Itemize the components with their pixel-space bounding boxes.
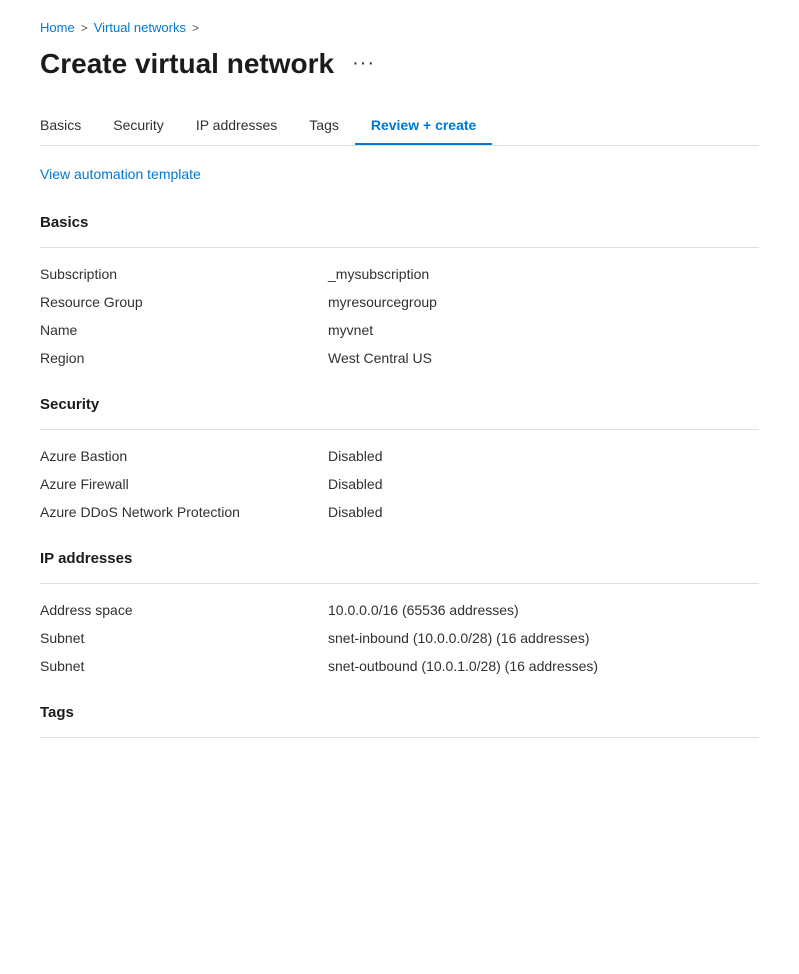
ip-addresses-divider <box>40 583 759 584</box>
address-space-label: Address space <box>40 602 320 618</box>
address-space-value: 10.0.0.0/16 (65536 addresses) <box>328 602 759 618</box>
name-label: Name <box>40 322 320 338</box>
address-space-row: Address space 10.0.0.0/16 (65536 address… <box>40 596 759 624</box>
azure-bastion-label: Azure Bastion <box>40 448 320 464</box>
breadcrumb-separator-2: > <box>192 21 199 35</box>
subscription-row: Subscription _mysubscription <box>40 260 759 288</box>
region-label: Region <box>40 350 320 366</box>
ip-addresses-section: IP addresses Address space 10.0.0.0/16 (… <box>40 550 759 680</box>
azure-bastion-value: Disabled <box>328 448 759 464</box>
basics-section-title: Basics <box>40 214 759 231</box>
tags-section-title: Tags <box>40 704 759 721</box>
region-row: Region West Central US <box>40 344 759 372</box>
page-container: Home > Virtual networks > Create virtual… <box>0 0 799 802</box>
azure-ddos-row: Azure DDoS Network Protection Disabled <box>40 498 759 526</box>
subscription-label: Subscription <box>40 266 320 282</box>
tab-review-create[interactable]: Review + create <box>355 109 492 145</box>
azure-firewall-label: Azure Firewall <box>40 476 320 492</box>
breadcrumb-home[interactable]: Home <box>40 20 75 35</box>
basics-section: Basics Subscription _mysubscription Reso… <box>40 214 759 372</box>
resource-group-value: myresourcegroup <box>328 294 759 310</box>
region-value: West Central US <box>328 350 759 366</box>
subnet-outbound-label: Subnet <box>40 658 320 674</box>
breadcrumb: Home > Virtual networks > <box>40 20 759 35</box>
azure-ddos-value: Disabled <box>328 504 759 520</box>
azure-firewall-value: Disabled <box>328 476 759 492</box>
subnet-inbound-value: snet-inbound (10.0.0.0/28) (16 addresses… <box>328 630 759 646</box>
subnet-outbound-value: snet-outbound (10.0.1.0/28) (16 addresse… <box>328 658 759 674</box>
subnet-inbound-row: Subnet snet-inbound (10.0.0.0/28) (16 ad… <box>40 624 759 652</box>
azure-bastion-row: Azure Bastion Disabled <box>40 442 759 470</box>
security-section-title: Security <box>40 396 759 413</box>
page-title-row: Create virtual network ··· <box>40 47 759 81</box>
security-divider <box>40 429 759 430</box>
security-section: Security Azure Bastion Disabled Azure Fi… <box>40 396 759 526</box>
subnet-outbound-row: Subnet snet-outbound (10.0.1.0/28) (16 a… <box>40 652 759 680</box>
breadcrumb-separator-1: > <box>81 21 88 35</box>
tab-basics[interactable]: Basics <box>40 109 97 145</box>
tab-security[interactable]: Security <box>97 109 180 145</box>
subnet-inbound-label: Subnet <box>40 630 320 646</box>
name-value: myvnet <box>328 322 759 338</box>
name-row: Name myvnet <box>40 316 759 344</box>
basics-divider <box>40 247 759 248</box>
azure-ddos-label: Azure DDoS Network Protection <box>40 504 320 520</box>
resource-group-row: Resource Group myresourcegroup <box>40 288 759 316</box>
breadcrumb-virtual-networks[interactable]: Virtual networks <box>94 20 186 35</box>
ellipsis-button[interactable]: ··· <box>346 50 381 77</box>
tags-divider <box>40 737 759 738</box>
azure-firewall-row: Azure Firewall Disabled <box>40 470 759 498</box>
page-title: Create virtual network <box>40 47 334 81</box>
tags-section: Tags <box>40 704 759 738</box>
subscription-value: _mysubscription <box>328 266 759 282</box>
tabs-bar: Basics Security IP addresses Tags Review… <box>40 109 759 146</box>
resource-group-label: Resource Group <box>40 294 320 310</box>
tab-ip-addresses[interactable]: IP addresses <box>180 109 293 145</box>
tab-tags[interactable]: Tags <box>293 109 355 145</box>
ip-addresses-section-title: IP addresses <box>40 550 759 567</box>
automation-template-link[interactable]: View automation template <box>40 166 201 182</box>
